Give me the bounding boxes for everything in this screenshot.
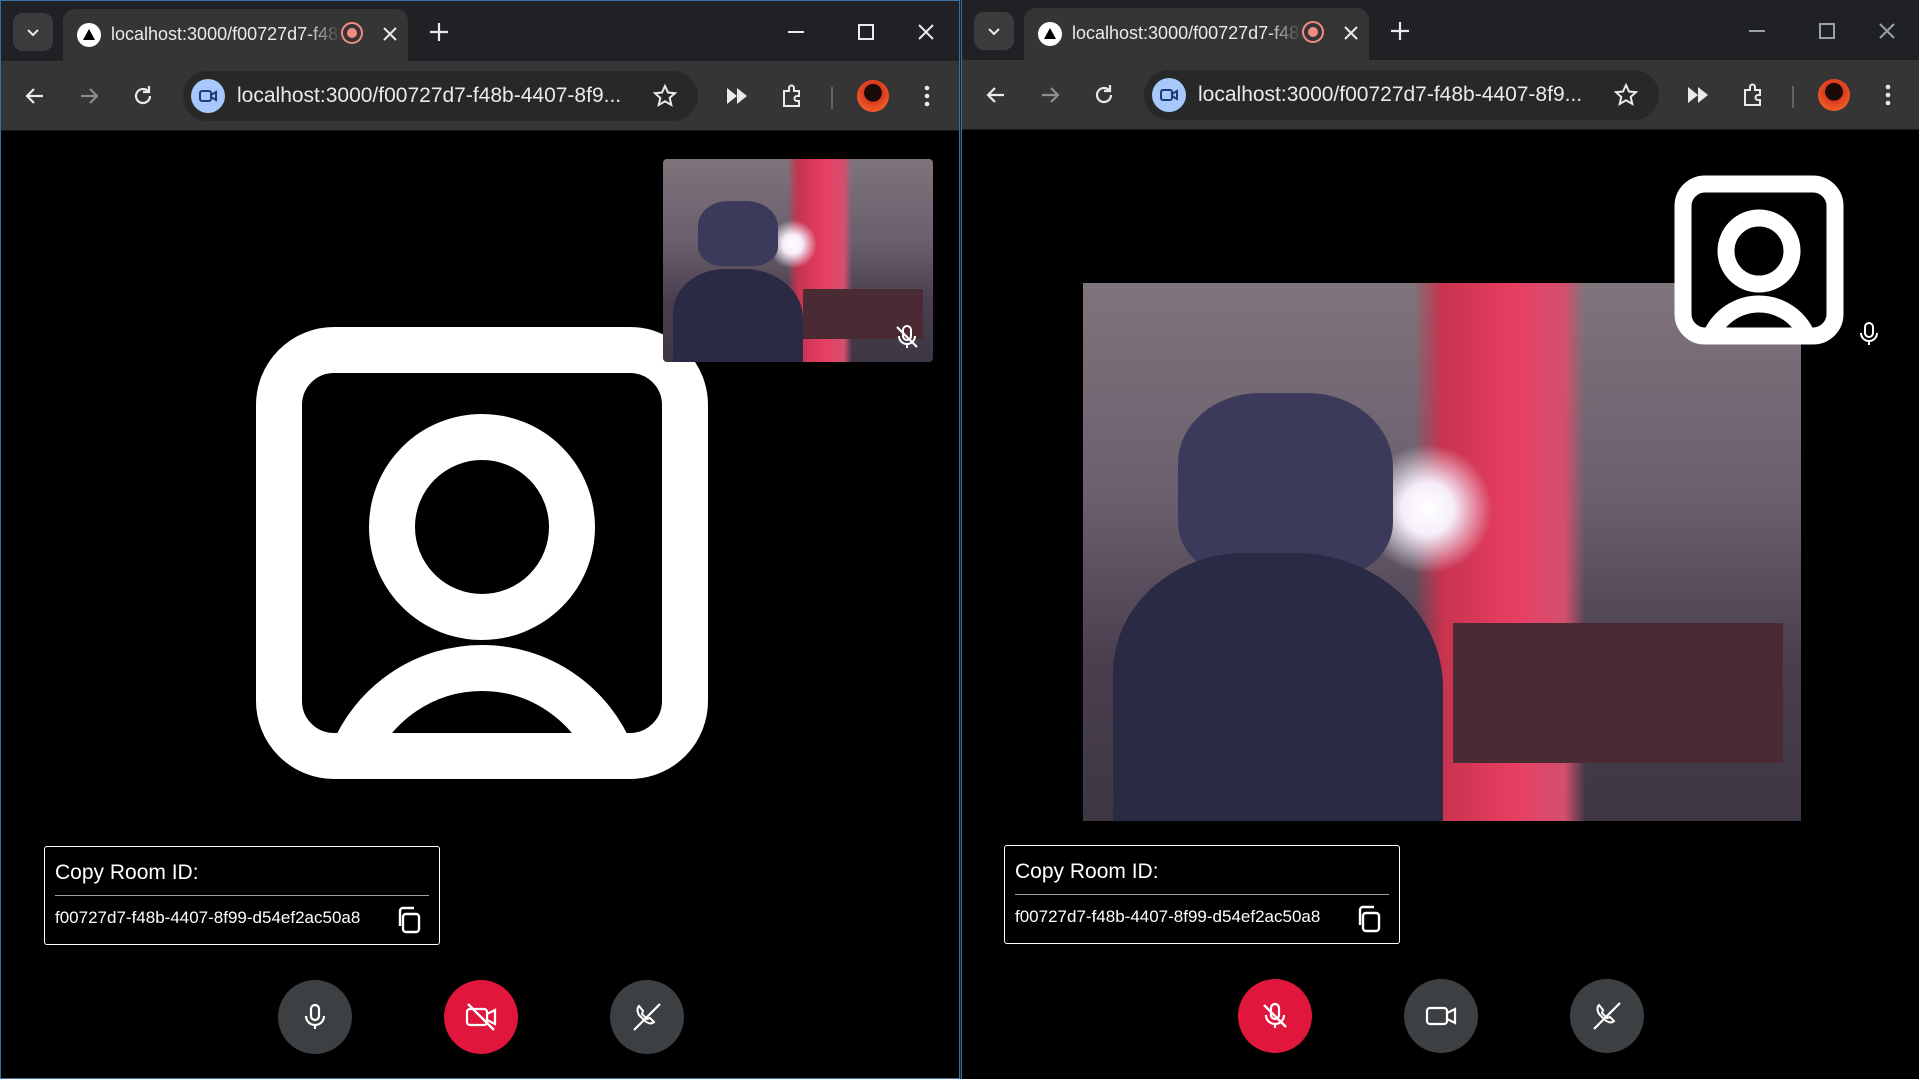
bookmark-star-icon[interactable] [652,83,678,109]
remote-video [1083,283,1801,821]
end-call-button[interactable] [1570,979,1644,1053]
app-favicon-icon [1038,22,1062,46]
toolbar-separator [1792,86,1794,108]
remote-video-thumbnail [663,159,933,362]
close-tab-icon[interactable] [1340,22,1362,44]
forward-icon[interactable] [75,82,103,110]
media-control-icon[interactable] [1684,81,1712,109]
user-placeholder-icon [256,327,708,779]
tab-strip: localhost:3000/f00727d7-f48b-4407-8f99-d… [1,1,959,61]
video-content [698,201,778,266]
reload-icon[interactable] [129,82,157,110]
mic-icon [304,1003,326,1029]
chevron-down-icon [27,29,39,37]
toolbar-separator [831,87,833,109]
browser-window-right: localhost:3000/f00727d7-f48b-4407-8f99-d… [961,0,1919,1079]
site-camera-icon[interactable] [1152,78,1186,112]
browser-toolbar: localhost:3000/f00727d7-f48b-4407-8f9... [962,60,1919,130]
video-content [1453,623,1783,763]
end-call-icon [1593,1002,1621,1030]
mic-off-icon [896,325,918,348]
back-icon[interactable] [21,82,49,110]
profile-avatar[interactable] [857,80,889,112]
address-bar[interactable]: localhost:3000/f00727d7-f48b-4407-8f9... [1144,70,1659,120]
room-id-label: Copy Room ID: [1015,860,1159,883]
tab-search-button[interactable] [974,12,1014,50]
end-call-icon [633,1003,661,1031]
camera-toggle-button[interactable] [1404,979,1478,1053]
back-icon[interactable] [982,81,1010,109]
recording-icon [341,22,363,44]
menu-icon[interactable] [913,82,941,110]
video-content [673,269,803,362]
url-text: localhost:3000/f00727d7-f48b-4407-8f9... [1198,83,1583,106]
recording-icon [1302,21,1324,43]
video-content [1178,393,1393,578]
copy-icon[interactable] [395,905,425,935]
mic-toggle-button[interactable] [1238,979,1312,1053]
url-text: localhost:3000/f00727d7-f48b-4407-8f9... [237,84,622,107]
extensions-icon[interactable] [779,82,807,110]
tab-search-button[interactable] [13,13,53,51]
menu-icon[interactable] [1874,81,1902,109]
divider [55,895,429,896]
room-id-card: Copy Room ID: f00727d7-f48b-4407-8f99-d5… [44,846,440,945]
profile-avatar[interactable] [1818,79,1850,111]
media-control-icon[interactable] [723,82,751,110]
minimize-icon[interactable] [1744,18,1770,44]
new-tab-icon[interactable] [426,19,452,45]
camera-off-icon [465,1003,497,1031]
reload-icon[interactable] [1090,81,1118,109]
minimize-icon[interactable] [783,19,809,45]
close-tab-icon[interactable] [379,23,401,45]
new-tab-icon[interactable] [1387,18,1413,44]
tab-strip: localhost:3000/f00727d7-f48b-4407-8f99-d… [962,0,1919,60]
tab-title: localhost:3000/f00727d7-f48b-4407-8f99-d… [1072,23,1302,43]
close-window-icon[interactable] [1874,18,1900,44]
close-window-icon[interactable] [913,19,939,45]
tab-title: localhost:3000/f00727d7-f48b-4407-8f99-d… [111,24,341,44]
extensions-icon[interactable] [1740,81,1768,109]
mic-toggle-button[interactable] [278,980,352,1054]
camera-icon [1425,1006,1457,1026]
video-call-page: Copy Room ID: f00727d7-f48b-4407-8f99-d5… [962,131,1919,1079]
self-placeholder-icon [1674,175,1844,345]
app-favicon-icon [77,23,101,47]
video-call-page: Copy Room ID: f00727d7-f48b-4407-8f99-d5… [1,132,959,1078]
maximize-icon[interactable] [1814,18,1840,44]
maximize-icon[interactable] [853,19,879,45]
browser-tab[interactable]: localhost:3000/f00727d7-f48b-4407-8f99-d… [63,9,408,61]
mic-icon [1860,322,1878,345]
divider [1015,894,1389,895]
room-id-card: Copy Room ID: f00727d7-f48b-4407-8f99-d5… [1004,845,1400,944]
browser-window-left: localhost:3000/f00727d7-f48b-4407-8f99-d… [0,0,960,1079]
copy-icon[interactable] [1355,904,1385,934]
camera-toggle-button[interactable] [444,980,518,1054]
site-camera-icon[interactable] [191,79,225,113]
mic-off-icon [1263,1002,1287,1028]
video-content [1113,553,1443,821]
address-bar[interactable]: localhost:3000/f00727d7-f48b-4407-8f9... [183,71,698,121]
bookmark-star-icon[interactable] [1613,82,1639,108]
room-id-value: f00727d7-f48b-4407-8f99-d54ef2ac50a8 [55,908,361,927]
browser-toolbar: localhost:3000/f00727d7-f48b-4407-8f9... [1,61,959,131]
room-id-value: f00727d7-f48b-4407-8f99-d54ef2ac50a8 [1015,907,1321,926]
room-id-label: Copy Room ID: [55,861,199,884]
forward-icon[interactable] [1036,81,1064,109]
browser-tab[interactable]: localhost:3000/f00727d7-f48b-4407-8f99-d… [1024,8,1369,60]
chevron-down-icon [988,28,1000,36]
end-call-button[interactable] [610,980,684,1054]
